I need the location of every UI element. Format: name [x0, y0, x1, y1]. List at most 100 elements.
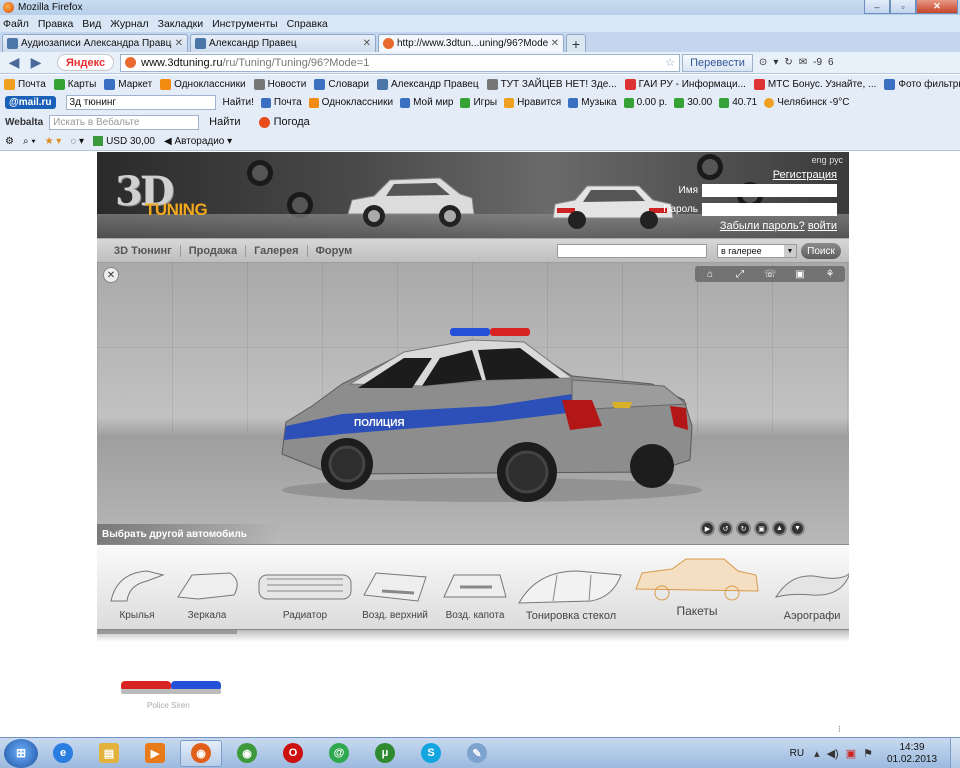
menu-file[interactable]: Файл: [3, 18, 29, 30]
bookmark-item[interactable]: Одноклассники: [160, 78, 246, 90]
back-button[interactable]: ◀: [3, 54, 25, 72]
taskbar-firefox[interactable]: ◉: [180, 739, 222, 767]
taskbar-media-player[interactable]: ▶: [134, 740, 176, 767]
new-tab-button[interactable]: +: [566, 34, 586, 52]
nav-gallery[interactable]: Галерея: [246, 244, 308, 257]
tray-expand-icon[interactable]: ▴: [814, 747, 820, 760]
part-hood-scoop[interactable]: Возд. капота: [435, 545, 515, 629]
part-roof-scoop[interactable]: Возд. верхний: [355, 545, 435, 629]
bookmark-item[interactable]: Карты: [53, 78, 96, 90]
language-switch[interactable]: eng рус: [812, 155, 843, 165]
bookmark-star-icon[interactable]: ☆: [665, 56, 679, 69]
tab-profile[interactable]: Александр Правец ✕: [190, 34, 376, 52]
bookmark-item[interactable]: Новости: [253, 78, 306, 90]
maximize-button[interactable]: ▫: [890, 0, 916, 14]
forgot-password-link[interactable]: Забыли пароль?: [720, 220, 805, 232]
rotate-right-icon[interactable]: ↻: [736, 521, 751, 536]
part-radiator[interactable]: Радиатор: [255, 545, 355, 629]
tab-close-icon[interactable]: ✕: [363, 38, 371, 49]
part-fenders[interactable]: Крылья: [97, 545, 177, 629]
bookmark-item[interactable]: ТУТ ЗАЙЦЕВ НЕТ! Зде...: [486, 78, 617, 90]
search-scope-select[interactable]: в галерее ▼: [717, 244, 797, 258]
volume-icon[interactable]: ◀): [827, 747, 839, 760]
mailru-item[interactable]: Челябинск -9°C: [764, 97, 850, 108]
menu-edit[interactable]: Правка: [38, 18, 73, 30]
menu-tools[interactable]: Инструменты: [212, 18, 277, 30]
webalta-search-input[interactable]: Искать в Вебальте: [49, 114, 200, 130]
bookmark-item[interactable]: Фото фильтры онлай...: [884, 78, 960, 90]
tuning-viewer[interactable]: ✕ ⌂ ⤢ ☏ ▣ ⚘ ПОЛИЦИЯ Выбрать другой автом…: [97, 262, 849, 544]
close-button[interactable]: ✕: [916, 0, 958, 14]
menu-view[interactable]: Вид: [82, 18, 101, 30]
reader-icon[interactable]: ⊙: [759, 57, 767, 68]
currency-widget[interactable]: USD 30,00: [93, 136, 155, 147]
taskbar-chrome[interactable]: ◉: [226, 740, 268, 767]
puzzle-icon[interactable]: ⚙: [5, 136, 14, 147]
rotate-left-icon[interactable]: ↺: [718, 521, 733, 536]
flag-icon[interactable]: ⚑: [863, 747, 873, 760]
mailru-item[interactable]: 0.00 р.: [623, 97, 667, 108]
mail-icon[interactable]: ✉: [799, 57, 807, 68]
webalta-find-button[interactable]: Найти: [209, 116, 240, 128]
taskbar-skype[interactable]: S: [410, 740, 452, 767]
taskbar-paint[interactable]: ✎: [456, 740, 498, 767]
chat-icon[interactable]: ◌ ▾: [70, 136, 84, 147]
site-search-button[interactable]: Поиск: [801, 243, 841, 259]
save-icon[interactable]: ▣: [754, 521, 769, 536]
start-button[interactable]: ⊞: [4, 738, 38, 768]
mailru-logo[interactable]: @mail.ru: [5, 96, 56, 109]
taskbar-mail-agent[interactable]: @: [318, 740, 360, 767]
mailru-item[interactable]: Игры: [460, 97, 497, 108]
tab-3dtuning[interactable]: http://www.3dtun...uning/96?Mode=1 ✕: [378, 34, 564, 52]
mailru-item[interactable]: Музыка: [568, 97, 617, 108]
site-search-input[interactable]: [557, 244, 707, 258]
address-bar[interactable]: www.3dtuning.ru /ru/Tuning/Tuning/96?Mod…: [120, 53, 681, 72]
upload-icon[interactable]: ▲: [772, 521, 787, 536]
mailru-item[interactable]: Нравится: [504, 97, 561, 108]
bookmark-item[interactable]: Маркет: [104, 78, 152, 90]
taskbar-ie[interactable]: e: [42, 740, 84, 767]
mailru-item[interactable]: Мой мир: [400, 97, 453, 108]
nav-sale[interactable]: Продажа: [181, 244, 247, 257]
radio-widget[interactable]: ◀ Авторадио ▾: [164, 136, 232, 147]
menu-history[interactable]: Журнал: [110, 18, 148, 30]
download-icon[interactable]: ▼: [790, 521, 805, 536]
mailru-item[interactable]: Почта: [260, 97, 302, 108]
network-icon[interactable]: ▣: [846, 747, 856, 760]
webalta-logo[interactable]: Webalta: [5, 117, 43, 128]
choose-other-car-link[interactable]: Выбрать другой автомобиль: [97, 524, 277, 544]
yandex-search-logo[interactable]: Яндекс: [57, 54, 115, 71]
minimize-button[interactable]: –: [864, 0, 890, 14]
taskbar-explorer[interactable]: ▤: [88, 740, 130, 767]
kit-item-police-siren[interactable]: Police Siren: [117, 673, 227, 713]
settings-icon[interactable]: ✕: [103, 267, 119, 283]
resize-grip-icon[interactable]: ⁝: [838, 724, 841, 735]
clock[interactable]: 14:39 01.02.2013: [880, 742, 944, 766]
login-link[interactable]: войти: [808, 220, 837, 232]
menu-help[interactable]: Справка: [287, 18, 328, 30]
bookmark-item[interactable]: Словари: [314, 78, 369, 90]
translate-button[interactable]: Перевести: [682, 53, 753, 72]
language-indicator[interactable]: RU: [790, 748, 804, 759]
username-input[interactable]: [702, 184, 837, 197]
mailru-find-button[interactable]: Найти!: [223, 97, 254, 108]
tab-close-icon[interactable]: ✕: [551, 38, 559, 49]
mailru-search-input[interactable]: 3д тюнинг: [65, 95, 216, 110]
nav-forum[interactable]: Форум: [308, 245, 361, 257]
network-icon[interactable]: ⚘: [815, 266, 845, 282]
taskbar-utorrent[interactable]: μ: [364, 740, 406, 767]
forward-button[interactable]: ▶: [25, 54, 47, 72]
register-link[interactable]: Регистрация: [773, 169, 837, 181]
bookmark-item[interactable]: Почта: [4, 78, 46, 90]
site-identity-icon[interactable]: [125, 57, 137, 68]
magnifier-icon[interactable]: ⌕ ▾: [23, 136, 36, 147]
play-icon[interactable]: ▶: [700, 521, 715, 536]
mailru-item[interactable]: 40.71: [719, 97, 757, 108]
bookmark-item[interactable]: МТС Бонус. Узнайте, ...: [753, 78, 876, 90]
camera-icon[interactable]: ▣: [785, 266, 815, 282]
mailru-item[interactable]: 30.00: [674, 97, 712, 108]
webalta-weather-button[interactable]: Погода: [258, 116, 310, 128]
fullscreen-icon[interactable]: ⤢: [725, 266, 755, 282]
nav-3d-tuning[interactable]: 3D Тюнинг: [106, 244, 181, 257]
password-input[interactable]: [702, 203, 837, 216]
